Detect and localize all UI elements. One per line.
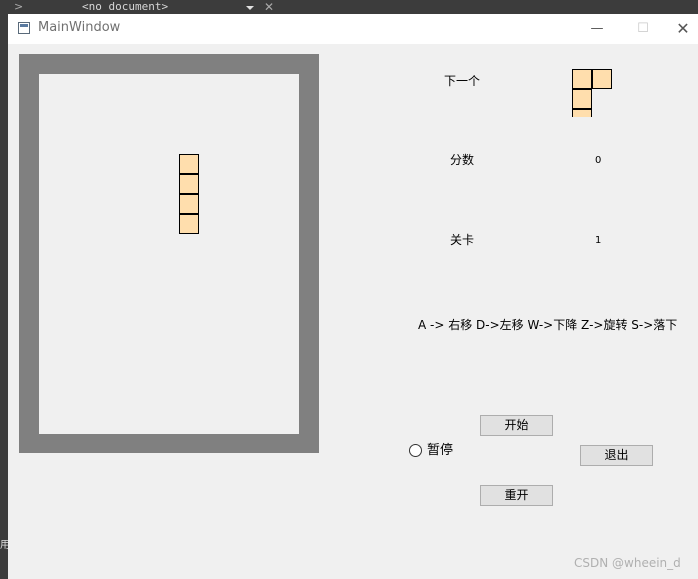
- falling-block: [179, 154, 199, 174]
- background-document-label: <no document>: [82, 0, 169, 13]
- preview-block: [572, 69, 592, 89]
- watermark: CSDN @wheein_d: [574, 556, 681, 570]
- game-board: [39, 74, 299, 434]
- controls-help-text: A -> 右移 D->左移 W->下降 Z->旋转 S->落下: [418, 318, 678, 332]
- close-button[interactable]: ✕: [660, 14, 698, 44]
- background-close-icon: ✕: [264, 0, 275, 14]
- level-label: 关卡: [450, 233, 475, 247]
- main-window: MainWindow — ☐ ✕ 下一个 分数 0 关卡 1 A -> 右移 D…: [8, 14, 698, 579]
- preview-block: [592, 69, 612, 89]
- next-piece-label: 下一个: [444, 74, 481, 88]
- background-tab-arrow: >: [14, 0, 24, 13]
- next-piece-preview: [572, 69, 614, 117]
- falling-block: [179, 214, 199, 234]
- falling-block: [179, 194, 199, 214]
- preview-block: [572, 109, 592, 117]
- chevron-down-icon: [246, 6, 254, 10]
- title-bar[interactable]: MainWindow — ☐ ✕: [8, 14, 698, 44]
- start-button[interactable]: 开始: [480, 415, 553, 436]
- app-window-icon: [18, 22, 30, 34]
- exit-button[interactable]: 退出: [580, 445, 653, 466]
- level-value: 1: [595, 235, 602, 246]
- preview-block: [572, 89, 592, 109]
- pause-label[interactable]: 暂停: [427, 444, 453, 458]
- score-label: 分数: [450, 153, 475, 167]
- falling-block: [179, 174, 199, 194]
- background-side-text: 用 Te: [0, 540, 8, 551]
- pause-radio[interactable]: [409, 444, 422, 457]
- restart-button[interactable]: 重开: [480, 485, 553, 506]
- score-value: 0: [595, 155, 602, 166]
- game-board-frame: [19, 54, 319, 453]
- window-title: MainWindow: [38, 20, 121, 35]
- minimize-button[interactable]: —: [574, 14, 620, 44]
